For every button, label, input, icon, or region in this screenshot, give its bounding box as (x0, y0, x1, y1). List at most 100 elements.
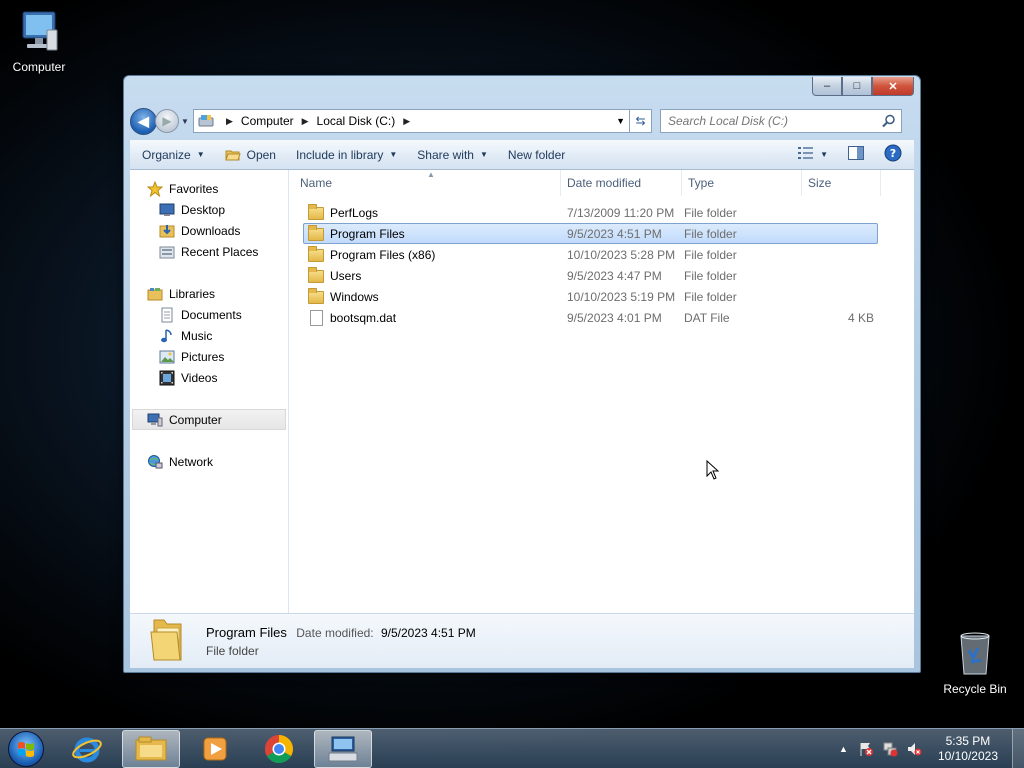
taskbar: ▲ 5:35 PM 10/10/2023 (0, 728, 1024, 768)
network-status-icon[interactable] (882, 741, 898, 757)
file-date: 10/10/2023 5:19 PM (567, 289, 676, 304)
breadcrumb-separator[interactable]: ▶ (302, 116, 309, 127)
nav-favorites[interactable]: Favorites (130, 178, 288, 199)
chevron-down-icon: ▼ (479, 150, 488, 159)
breadcrumb-separator[interactable]: ▶ (226, 116, 233, 127)
taskbar-remote-app[interactable] (314, 729, 372, 768)
internet-explorer-icon (72, 737, 102, 762)
nav-desktop[interactable]: Desktop (130, 199, 288, 220)
taskbar-chrome[interactable] (250, 730, 308, 768)
taskbar-media-player[interactable] (186, 730, 244, 768)
forward-button[interactable]: ▶ (155, 109, 179, 133)
mouse-cursor-icon (706, 459, 720, 483)
nav-computer[interactable]: Computer (132, 409, 286, 430)
nav-libraries[interactable]: Libraries (130, 283, 288, 304)
organize-button[interactable]: Organize ▼ (130, 140, 215, 169)
file-date: 9/5/2023 4:01 PM (567, 310, 662, 325)
arrow-right-icon: ▶ (162, 114, 172, 128)
new-folder-button[interactable]: New folder (498, 140, 575, 169)
videos-icon (159, 370, 175, 386)
search-icon[interactable] (882, 114, 896, 131)
search-box[interactable] (660, 109, 902, 133)
include-in-library-button[interactable]: Include in library ▼ (286, 140, 407, 169)
keyboard-screen-icon (328, 736, 358, 761)
folder-icon (308, 287, 324, 305)
nav-downloads-label: Downloads (181, 223, 241, 238)
breadcrumb-local-disk[interactable]: Local Disk (C:) (317, 114, 396, 128)
organize-label: Organize (142, 147, 191, 162)
details-type: File folder (206, 643, 259, 658)
command-bar: Organize ▼ Open Include in library ▼ Share… (130, 140, 914, 170)
chevron-down-icon: ▼ (820, 150, 828, 159)
maximize-button[interactable]: □ (842, 77, 872, 96)
star-icon (146, 180, 164, 197)
nav-music[interactable]: Music (130, 325, 288, 346)
nav-recent-places[interactable]: Recent Places (130, 241, 288, 262)
svg-text:?: ? (890, 147, 896, 160)
file-row[interactable]: Windows 10/10/2023 5:19 PM File folder (303, 286, 878, 307)
content-area: Favorites Desktop Downloads Recent Place… (130, 170, 914, 613)
file-date: 9/5/2023 4:47 PM (567, 268, 662, 283)
column-size[interactable]: Size (802, 170, 881, 196)
recycle-bin-icon (951, 630, 999, 678)
nav-documents[interactable]: Documents (130, 304, 288, 325)
refresh-icon: ⇆ (635, 114, 646, 128)
nav-videos-label: Videos (181, 370, 218, 385)
nav-videos[interactable]: Videos (130, 367, 288, 388)
taskbar-internet-explorer[interactable] (58, 730, 116, 768)
file-row-selected[interactable]: Program Files 9/5/2023 4:51 PM File fold… (303, 223, 878, 244)
file-row[interactable]: bootsqm.dat 9/5/2023 4:01 PM DAT File 4 … (303, 307, 878, 328)
breadcrumb-separator[interactable]: ▶ (403, 116, 410, 127)
windows-logo-icon (18, 741, 34, 757)
file-type: File folder (684, 247, 737, 262)
file-row[interactable]: Users 9/5/2023 4:47 PM File folder (303, 265, 878, 286)
file-row[interactable]: Program Files (x86) 10/10/2023 5:28 PM F… (303, 244, 878, 265)
refresh-button[interactable]: ⇆ (630, 109, 652, 133)
computer-icon (15, 8, 63, 56)
nav-network-label: Network (169, 454, 214, 469)
recent-places-icon (159, 244, 175, 260)
recent-pages-button[interactable]: ▼ (181, 117, 191, 126)
file-name: Program Files (330, 226, 405, 241)
change-view-button[interactable]: ▼ (788, 140, 838, 169)
show-hidden-icons-button[interactable]: ▲ (839, 744, 848, 754)
minimize-button[interactable]: – (812, 77, 842, 96)
column-date-modified[interactable]: Date modified (561, 170, 682, 196)
preview-pane-icon (848, 146, 864, 163)
back-button[interactable]: ◀ (130, 107, 157, 135)
preview-pane-button[interactable] (838, 140, 874, 169)
volume-muted-icon[interactable] (906, 741, 922, 757)
desktop-icon-computer[interactable]: Computer (2, 8, 76, 74)
address-bar[interactable]: ▶ Computer ▶ Local Disk (C:) ▶ ▼ (193, 109, 630, 133)
column-type[interactable]: Type (682, 170, 802, 196)
taskbar-windows-explorer[interactable] (122, 729, 180, 768)
column-name[interactable]: Name (289, 170, 561, 196)
clock[interactable]: 5:35 PM 10/10/2023 (938, 734, 998, 764)
include-label: Include in library (295, 147, 384, 162)
nav-network[interactable]: Network (130, 451, 288, 472)
nav-music-label: Music (181, 328, 213, 343)
pictures-icon (159, 349, 175, 365)
open-button[interactable]: Open (215, 140, 286, 169)
column-header: ▲ Name Date modified Type Size (289, 170, 914, 196)
close-button[interactable]: ✕ (872, 77, 914, 96)
show-desktop-button[interactable] (1012, 728, 1024, 768)
desktop-icon-recycle-bin[interactable]: Recycle Bin (938, 630, 1012, 696)
search-input[interactable] (668, 114, 868, 128)
nav-favorites-label: Favorites (169, 181, 219, 196)
nav-downloads[interactable]: Downloads (130, 220, 288, 241)
action-center-flag-icon[interactable] (858, 741, 874, 757)
nav-pictures[interactable]: Pictures (130, 346, 288, 367)
file-row[interactable]: PerfLogs 7/13/2009 11:20 PM File folder (303, 202, 878, 223)
file-name: PerfLogs (330, 205, 379, 220)
file-icon (308, 309, 324, 326)
help-icon: ? (884, 144, 902, 165)
start-button[interactable] (8, 730, 44, 767)
desktop-icon-computer-label: Computer (12, 60, 66, 74)
share-with-button[interactable]: Share with ▼ (407, 140, 498, 169)
help-button[interactable]: ? (874, 140, 914, 169)
file-type: DAT File (684, 310, 730, 325)
file-name: Users (330, 268, 362, 283)
breadcrumb-computer[interactable]: Computer (241, 114, 294, 128)
address-dropdown-button[interactable]: ▼ (616, 116, 625, 126)
